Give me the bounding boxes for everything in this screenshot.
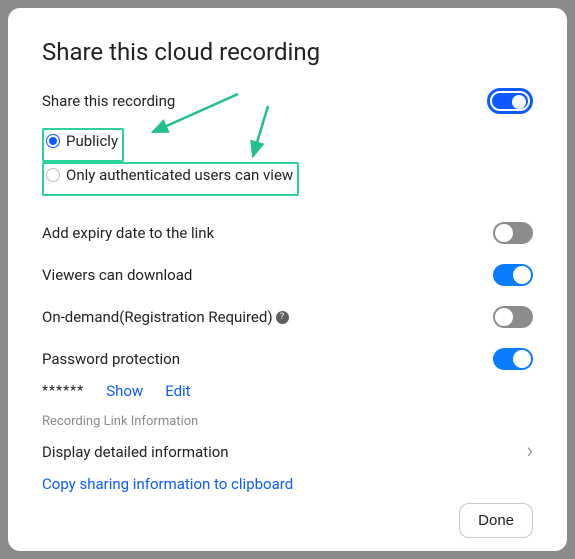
copy-sharing-link[interactable]: Copy sharing information to clipboard (42, 475, 533, 493)
share-scope-radio-group: Publicly Only authenticated users can vi… (42, 128, 533, 196)
expiry-row: Add expiry date to the link (42, 212, 533, 254)
dialog-title: Share this cloud recording (42, 38, 533, 66)
password-mask: ****** (42, 383, 84, 399)
radio-publicly-label: Publicly (66, 132, 118, 150)
download-row: Viewers can download (42, 254, 533, 296)
ondemand-row: On-demand(Registration Required) ? (42, 296, 533, 338)
share-dialog: Share this cloud recording Share this re… (8, 8, 567, 551)
radio-publicly[interactable]: Publicly (46, 132, 118, 150)
ondemand-text: On-demand(Registration Required) (42, 308, 273, 326)
link-info-heading: Recording Link Information (42, 414, 533, 429)
password-label: Password protection (42, 350, 180, 368)
chevron-right-icon: › (526, 441, 533, 463)
show-password-link[interactable]: Show (106, 382, 143, 400)
radio-icon (46, 168, 60, 182)
radio-authenticated[interactable]: Only authenticated users can view (46, 166, 293, 184)
share-this-recording-row: Share this recording (42, 88, 533, 114)
password-actions: ****** Show Edit (42, 382, 533, 400)
dialog-footer: Done (42, 503, 533, 538)
password-toggle[interactable] (493, 348, 533, 370)
done-button[interactable]: Done (459, 503, 533, 538)
download-toggle[interactable] (493, 264, 533, 286)
display-detailed-label: Display detailed information (42, 443, 229, 461)
expiry-label: Add expiry date to the link (42, 224, 214, 242)
ondemand-toggle[interactable] (493, 306, 533, 328)
display-detailed-row[interactable]: Display detailed information › (42, 437, 533, 475)
expiry-toggle[interactable] (493, 222, 533, 244)
annotation-highlight: Publicly (42, 128, 124, 162)
password-row: Password protection (42, 338, 533, 380)
radio-authenticated-label: Only authenticated users can view (66, 166, 293, 184)
edit-password-link[interactable]: Edit (165, 382, 190, 400)
download-label: Viewers can download (42, 266, 192, 284)
help-icon[interactable]: ? (276, 311, 289, 324)
share-toggle[interactable] (487, 88, 533, 114)
radio-icon (46, 134, 60, 148)
ondemand-label: On-demand(Registration Required) ? (42, 308, 289, 326)
share-this-recording-label: Share this recording (42, 92, 175, 110)
annotation-highlight: Only authenticated users can view (42, 162, 299, 196)
